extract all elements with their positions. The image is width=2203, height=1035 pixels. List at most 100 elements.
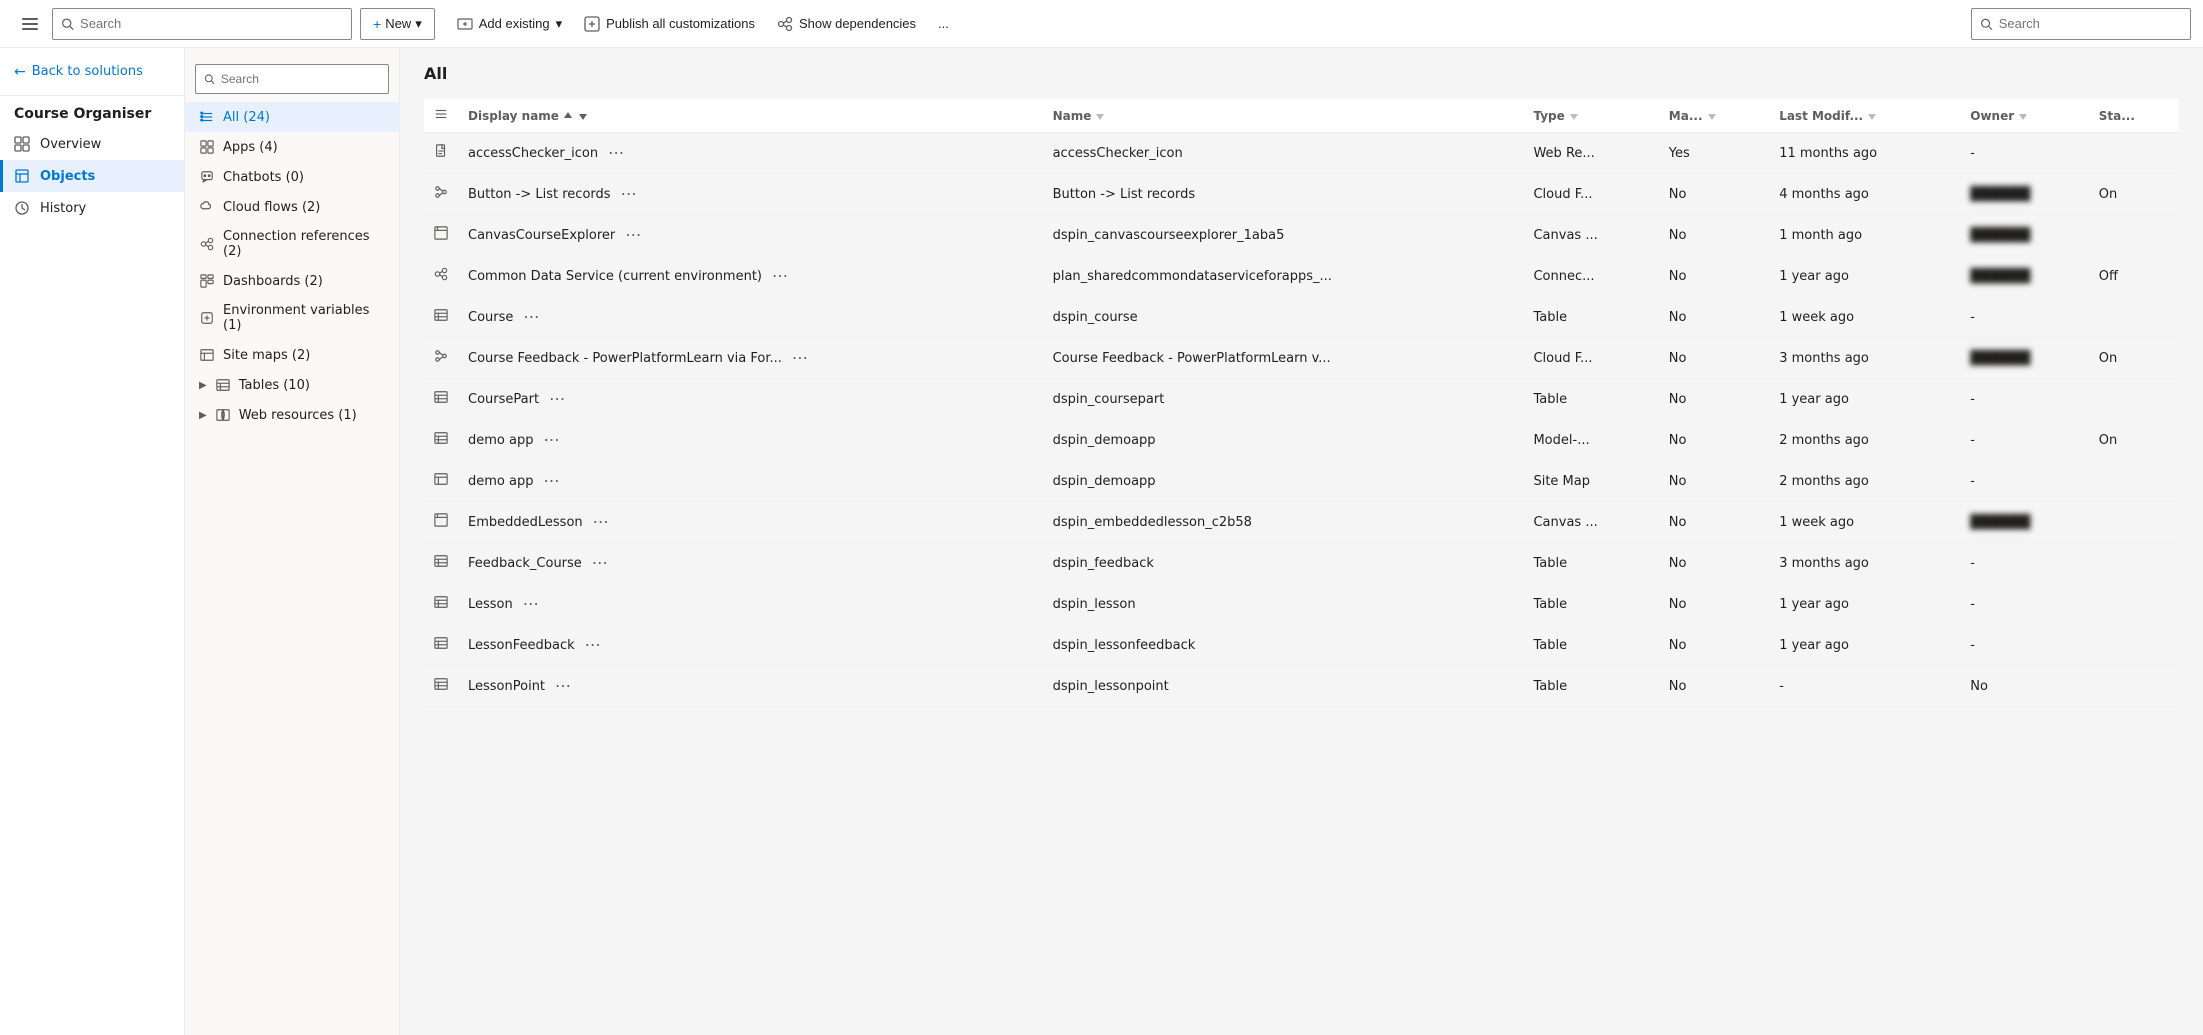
table-row[interactable]: Feedback_Course ⋯ dspin_feedback Table N… (424, 543, 2179, 584)
row-managed: No (1659, 379, 1769, 420)
table-row[interactable]: Course Feedback - PowerPlatformLearn via… (424, 338, 2179, 379)
hamburger-button[interactable] (12, 6, 48, 42)
table-row[interactable]: EmbeddedLesson ⋯ dspin_embeddedlesson_c2… (424, 502, 2179, 543)
row-display-name: EmbeddedLesson ⋯ (458, 502, 1043, 543)
row-more-button[interactable]: ⋯ (617, 182, 641, 206)
obj-item-site-maps[interactable]: Site maps (2) (185, 340, 399, 370)
objects-panel: All (24) Apps (4) Chatbots (185, 48, 400, 1035)
row-last-modified: 1 year ago (1769, 625, 1960, 666)
objects-search-area[interactable] (185, 56, 399, 102)
sidebar-item-history[interactable]: History (0, 192, 184, 224)
row-owner: - (1960, 420, 2089, 461)
obj-item-tables[interactable]: ▶ Tables (10) (185, 370, 399, 400)
table-row[interactable]: CoursePart ⋯ dspin_coursepart Table No 1… (424, 379, 2179, 420)
row-owner: - (1960, 461, 2089, 502)
back-to-solutions-link[interactable]: ← Back to solutions (0, 48, 184, 96)
right-search-input[interactable] (1999, 16, 2182, 31)
table-row[interactable]: Lesson ⋯ dspin_lesson Table No 1 year ag… (424, 584, 2179, 625)
col-header-status[interactable]: Sta... (2089, 99, 2179, 133)
row-owner: - (1960, 297, 2089, 338)
show-dependencies-icon (777, 16, 793, 32)
row-display-name: CanvasCourseExplorer ⋯ (458, 215, 1043, 256)
row-more-button[interactable]: ⋯ (768, 264, 792, 288)
row-icon-cell (424, 133, 458, 174)
row-display-name: accessChecker_icon ⋯ (458, 133, 1043, 174)
objects-search-box[interactable] (195, 64, 389, 94)
obj-item-all[interactable]: All (24) (185, 102, 399, 132)
web-resources-expand-icon[interactable]: ▶ (199, 410, 207, 421)
table-row[interactable]: demo app ⋯ dspin_demoapp Model-... No 2 … (424, 420, 2179, 461)
new-button[interactable]: + New ▾ (360, 8, 435, 40)
row-type-icon (434, 597, 448, 613)
tables-expand-icon[interactable]: ▶ (199, 380, 207, 391)
obj-item-web-resources[interactable]: ▶ Web resources (1) (185, 400, 399, 430)
table-row[interactable]: Common Data Service (current environment… (424, 256, 2179, 297)
publish-button[interactable]: Publish all customizations (574, 8, 765, 40)
row-icon-cell (424, 256, 458, 297)
row-status (2089, 543, 2179, 584)
display-name-sort[interactable]: Display name (468, 109, 589, 123)
row-owner: - (1960, 584, 2089, 625)
obj-item-env-vars[interactable]: Environment variables (1) (185, 296, 399, 340)
col-header-last-modified[interactable]: Last Modif... (1769, 99, 1960, 133)
col-header-managed[interactable]: Ma... (1659, 99, 1769, 133)
row-display-name: LessonPoint ⋯ (458, 666, 1043, 707)
obj-item-dashboards[interactable]: Dashboards (2) (185, 266, 399, 296)
col-header-select[interactable] (424, 99, 458, 133)
obj-item-apps[interactable]: Apps (4) (185, 132, 399, 162)
row-more-button[interactable]: ⋯ (581, 633, 605, 657)
row-more-button[interactable]: ⋯ (539, 428, 563, 452)
web-resources-icon (215, 407, 231, 423)
col-header-owner[interactable]: Owner (1960, 99, 2089, 133)
name-sort[interactable]: Name (1053, 109, 1107, 123)
row-last-modified: 1 year ago (1769, 256, 1960, 297)
row-display-name: demo app ⋯ (458, 461, 1043, 502)
row-more-button[interactable]: ⋯ (551, 674, 575, 698)
table-row[interactable]: CanvasCourseExplorer ⋯ dspin_canvascours… (424, 215, 2179, 256)
row-managed: No (1659, 338, 1769, 379)
sidebar-item-overview[interactable]: Overview (0, 128, 184, 160)
table-row[interactable]: Button -> List records ⋯ Button -> List … (424, 174, 2179, 215)
table-row[interactable]: LessonPoint ⋯ dspin_lessonpoint Table No… (424, 666, 2179, 707)
col-header-display-name[interactable]: Display name (458, 99, 1043, 133)
row-more-button[interactable]: ⋯ (539, 469, 563, 493)
chevron-down-icon: ▾ (556, 16, 563, 32)
row-more-button[interactable]: ⋯ (588, 551, 612, 575)
add-existing-button[interactable]: Add existing ▾ (447, 8, 572, 40)
row-last-modified: 1 week ago (1769, 502, 1960, 543)
row-name: dspin_course (1043, 297, 1524, 338)
row-more-button[interactable]: ⋯ (589, 510, 613, 534)
row-more-button[interactable]: ⋯ (788, 346, 812, 370)
plus-icon: + (373, 16, 381, 32)
row-more-button[interactable]: ⋯ (621, 223, 645, 247)
row-last-modified: 4 months ago (1769, 174, 1960, 215)
sidebar-item-objects[interactable]: Objects (0, 160, 184, 192)
row-more-button[interactable]: ⋯ (519, 592, 543, 616)
col-header-name[interactable]: Name (1043, 99, 1524, 133)
table-row[interactable]: Course ⋯ dspin_course Table No 1 week ag… (424, 297, 2179, 338)
table-row[interactable]: LessonFeedback ⋯ dspin_lessonfeedback Ta… (424, 625, 2179, 666)
table-row[interactable]: demo app ⋯ dspin_demoapp Site Map No 2 m… (424, 461, 2179, 502)
top-search-input[interactable] (80, 16, 343, 31)
row-more-button[interactable]: ⋯ (604, 141, 628, 165)
row-type-icon (434, 638, 448, 654)
right-search-box[interactable] (1971, 8, 2191, 40)
row-display-name: Lesson ⋯ (458, 584, 1043, 625)
more-options-button[interactable]: ... (928, 8, 959, 40)
objects-search-input[interactable] (221, 72, 380, 86)
row-name: accessChecker_icon (1043, 133, 1524, 174)
col-header-type[interactable]: Type (1523, 99, 1658, 133)
row-more-button[interactable]: ⋯ (519, 305, 543, 329)
row-more-button[interactable]: ⋯ (545, 387, 569, 411)
table-row[interactable]: accessChecker_icon ⋯ accessChecker_icon … (424, 133, 2179, 174)
sort-managed-icon (1706, 110, 1718, 122)
show-dependencies-button[interactable]: Show dependencies (767, 8, 926, 40)
row-owner: ██████ (1960, 502, 2089, 543)
objects-search-icon (204, 73, 215, 85)
obj-item-connection-refs[interactable]: Connection references (2) (185, 222, 399, 266)
row-name: dspin_coursepart (1043, 379, 1524, 420)
top-search-box[interactable] (52, 8, 352, 40)
obj-item-cloud-flows[interactable]: Cloud flows (2) (185, 192, 399, 222)
row-owner: - (1960, 133, 2089, 174)
obj-item-chatbots[interactable]: Chatbots (0) (185, 162, 399, 192)
